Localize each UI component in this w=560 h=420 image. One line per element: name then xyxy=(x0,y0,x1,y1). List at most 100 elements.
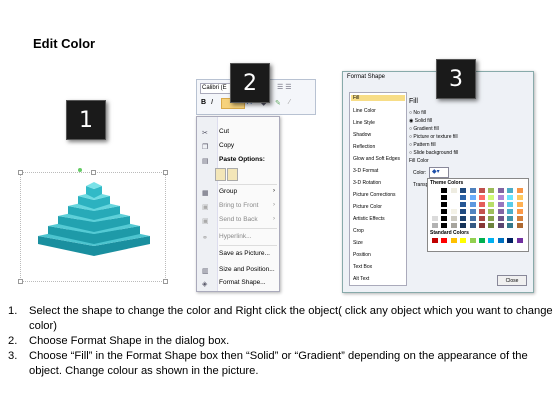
color-swatch[interactable] xyxy=(441,223,448,228)
radio-pattern-fill[interactable]: ○ Pattern fill xyxy=(409,142,436,148)
menu-item-format-shape[interactable]: Format Shape... xyxy=(217,279,266,286)
outline-icon[interactable]: ✎ xyxy=(275,99,281,107)
color-swatch[interactable] xyxy=(460,223,467,228)
color-swatch[interactable] xyxy=(450,209,457,214)
nav-item-crop[interactable]: Crop xyxy=(353,228,364,234)
color-swatch[interactable] xyxy=(497,223,504,228)
color-swatch[interactable] xyxy=(497,216,504,221)
color-swatch[interactable] xyxy=(516,202,523,207)
color-swatch[interactable] xyxy=(432,216,438,221)
color-swatch[interactable] xyxy=(441,188,448,193)
color-swatch[interactable] xyxy=(488,209,495,214)
menu-item-hyperlink[interactable]: Hyperlink... xyxy=(217,233,252,240)
color-swatch[interactable] xyxy=(432,223,438,228)
color-swatch[interactable] xyxy=(469,195,476,200)
color-swatch[interactable] xyxy=(460,195,467,200)
color-swatch[interactable] xyxy=(479,209,485,214)
bold-button[interactable]: B xyxy=(201,99,206,106)
color-swatch[interactable] xyxy=(488,223,495,228)
color-swatch[interactable] xyxy=(469,216,476,221)
nav-item-fill[interactable]: Fill xyxy=(351,95,405,101)
menu-item-save-as-picture[interactable]: Save as Picture... xyxy=(217,250,270,257)
color-swatch[interactable] xyxy=(497,202,504,207)
resize-handle[interactable] xyxy=(18,279,23,284)
color-swatch[interactable] xyxy=(460,202,467,207)
color-swatch[interactable] xyxy=(488,216,495,221)
paste-picture-icon[interactable] xyxy=(227,168,238,181)
color-swatch[interactable] xyxy=(479,238,485,243)
color-swatch[interactable] xyxy=(497,209,504,214)
color-swatch[interactable] xyxy=(469,209,476,214)
nav-item-alt-text[interactable]: Alt Text xyxy=(353,276,369,282)
color-swatch[interactable] xyxy=(432,238,438,243)
list-icon[interactable]: ☰ ☰ xyxy=(277,83,292,91)
color-swatch[interactable] xyxy=(432,188,438,193)
menu-item-bring-to-front[interactable]: Bring to Front xyxy=(217,202,258,209)
nav-item-picture-color[interactable]: Picture Color xyxy=(353,204,382,210)
nav-item-reflection[interactable]: Reflection xyxy=(353,144,375,150)
color-swatch[interactable] xyxy=(497,188,504,193)
nav-item-line-color[interactable]: Line Color xyxy=(353,108,376,114)
menu-item-copy[interactable]: Copy xyxy=(217,142,234,149)
nav-item-shadow[interactable]: Shadow xyxy=(353,132,371,138)
color-swatch[interactable] xyxy=(469,223,476,228)
pyramid-shape[interactable] xyxy=(36,166,156,262)
color-swatch[interactable] xyxy=(450,202,457,207)
color-swatch[interactable] xyxy=(488,202,495,207)
color-swatch[interactable] xyxy=(507,216,514,221)
resize-handle[interactable] xyxy=(163,170,168,175)
close-button[interactable]: Close xyxy=(497,275,527,286)
color-swatch[interactable] xyxy=(479,195,485,200)
color-swatch[interactable] xyxy=(432,202,438,207)
color-swatch[interactable] xyxy=(460,188,467,193)
nav-item-3d-rotation[interactable]: 3-D Rotation xyxy=(353,180,381,186)
nav-item-text-box[interactable]: Text Box xyxy=(353,264,372,270)
color-swatch[interactable] xyxy=(479,223,485,228)
color-swatch[interactable] xyxy=(469,202,476,207)
format-painter-icon[interactable]: ⁄ xyxy=(289,99,290,106)
color-swatch[interactable] xyxy=(497,238,504,243)
radio-picture-fill[interactable]: ○ Picture or texture fill xyxy=(409,134,458,140)
color-swatch[interactable] xyxy=(460,238,467,243)
color-swatch[interactable] xyxy=(432,195,438,200)
radio-gradient-fill[interactable]: ○ Gradient fill xyxy=(409,126,439,132)
color-swatch[interactable] xyxy=(516,223,523,228)
color-picker-button[interactable]: ◆▾ xyxy=(429,167,449,178)
color-swatch[interactable] xyxy=(488,195,495,200)
color-swatch[interactable] xyxy=(441,202,448,207)
color-swatch[interactable] xyxy=(469,188,476,193)
nav-item-picture-corrections[interactable]: Picture Corrections xyxy=(353,192,396,198)
color-swatch[interactable] xyxy=(450,188,457,193)
nav-item-position[interactable]: Position xyxy=(353,252,371,258)
nav-item-glow[interactable]: Glow and Soft Edges xyxy=(353,156,400,162)
color-swatch[interactable] xyxy=(460,216,467,221)
resize-handle[interactable] xyxy=(18,170,23,175)
color-swatch[interactable] xyxy=(479,202,485,207)
color-swatch[interactable] xyxy=(450,195,457,200)
nav-item-line-style[interactable]: Line Style xyxy=(353,120,375,126)
color-swatch[interactable] xyxy=(460,209,467,214)
color-swatch[interactable] xyxy=(516,238,523,243)
menu-item-send-to-back[interactable]: Send to Back xyxy=(217,216,258,223)
color-swatch[interactable] xyxy=(432,209,438,214)
color-swatch[interactable] xyxy=(450,238,457,243)
italic-button[interactable]: I xyxy=(211,99,213,106)
menu-item-size-and-position[interactable]: Size and Position... xyxy=(217,266,275,273)
color-swatch[interactable] xyxy=(488,238,495,243)
nav-item-size[interactable]: Size xyxy=(353,240,363,246)
color-swatch[interactable] xyxy=(441,238,448,243)
color-swatch[interactable] xyxy=(507,195,514,200)
color-swatch[interactable] xyxy=(441,195,448,200)
color-swatch[interactable] xyxy=(516,195,523,200)
color-swatch[interactable] xyxy=(479,188,485,193)
color-swatch[interactable] xyxy=(516,216,523,221)
color-swatch[interactable] xyxy=(479,216,485,221)
radio-no-fill[interactable]: ○ No fill xyxy=(409,110,426,116)
paste-keep-icon[interactable] xyxy=(215,168,226,181)
radio-background-fill[interactable]: ○ Slide background fill xyxy=(409,150,458,156)
color-swatch[interactable] xyxy=(497,195,504,200)
menu-item-group[interactable]: Group xyxy=(217,188,237,195)
color-swatch[interactable] xyxy=(516,209,523,214)
color-swatch[interactable] xyxy=(507,238,514,243)
color-swatch[interactable] xyxy=(507,223,514,228)
